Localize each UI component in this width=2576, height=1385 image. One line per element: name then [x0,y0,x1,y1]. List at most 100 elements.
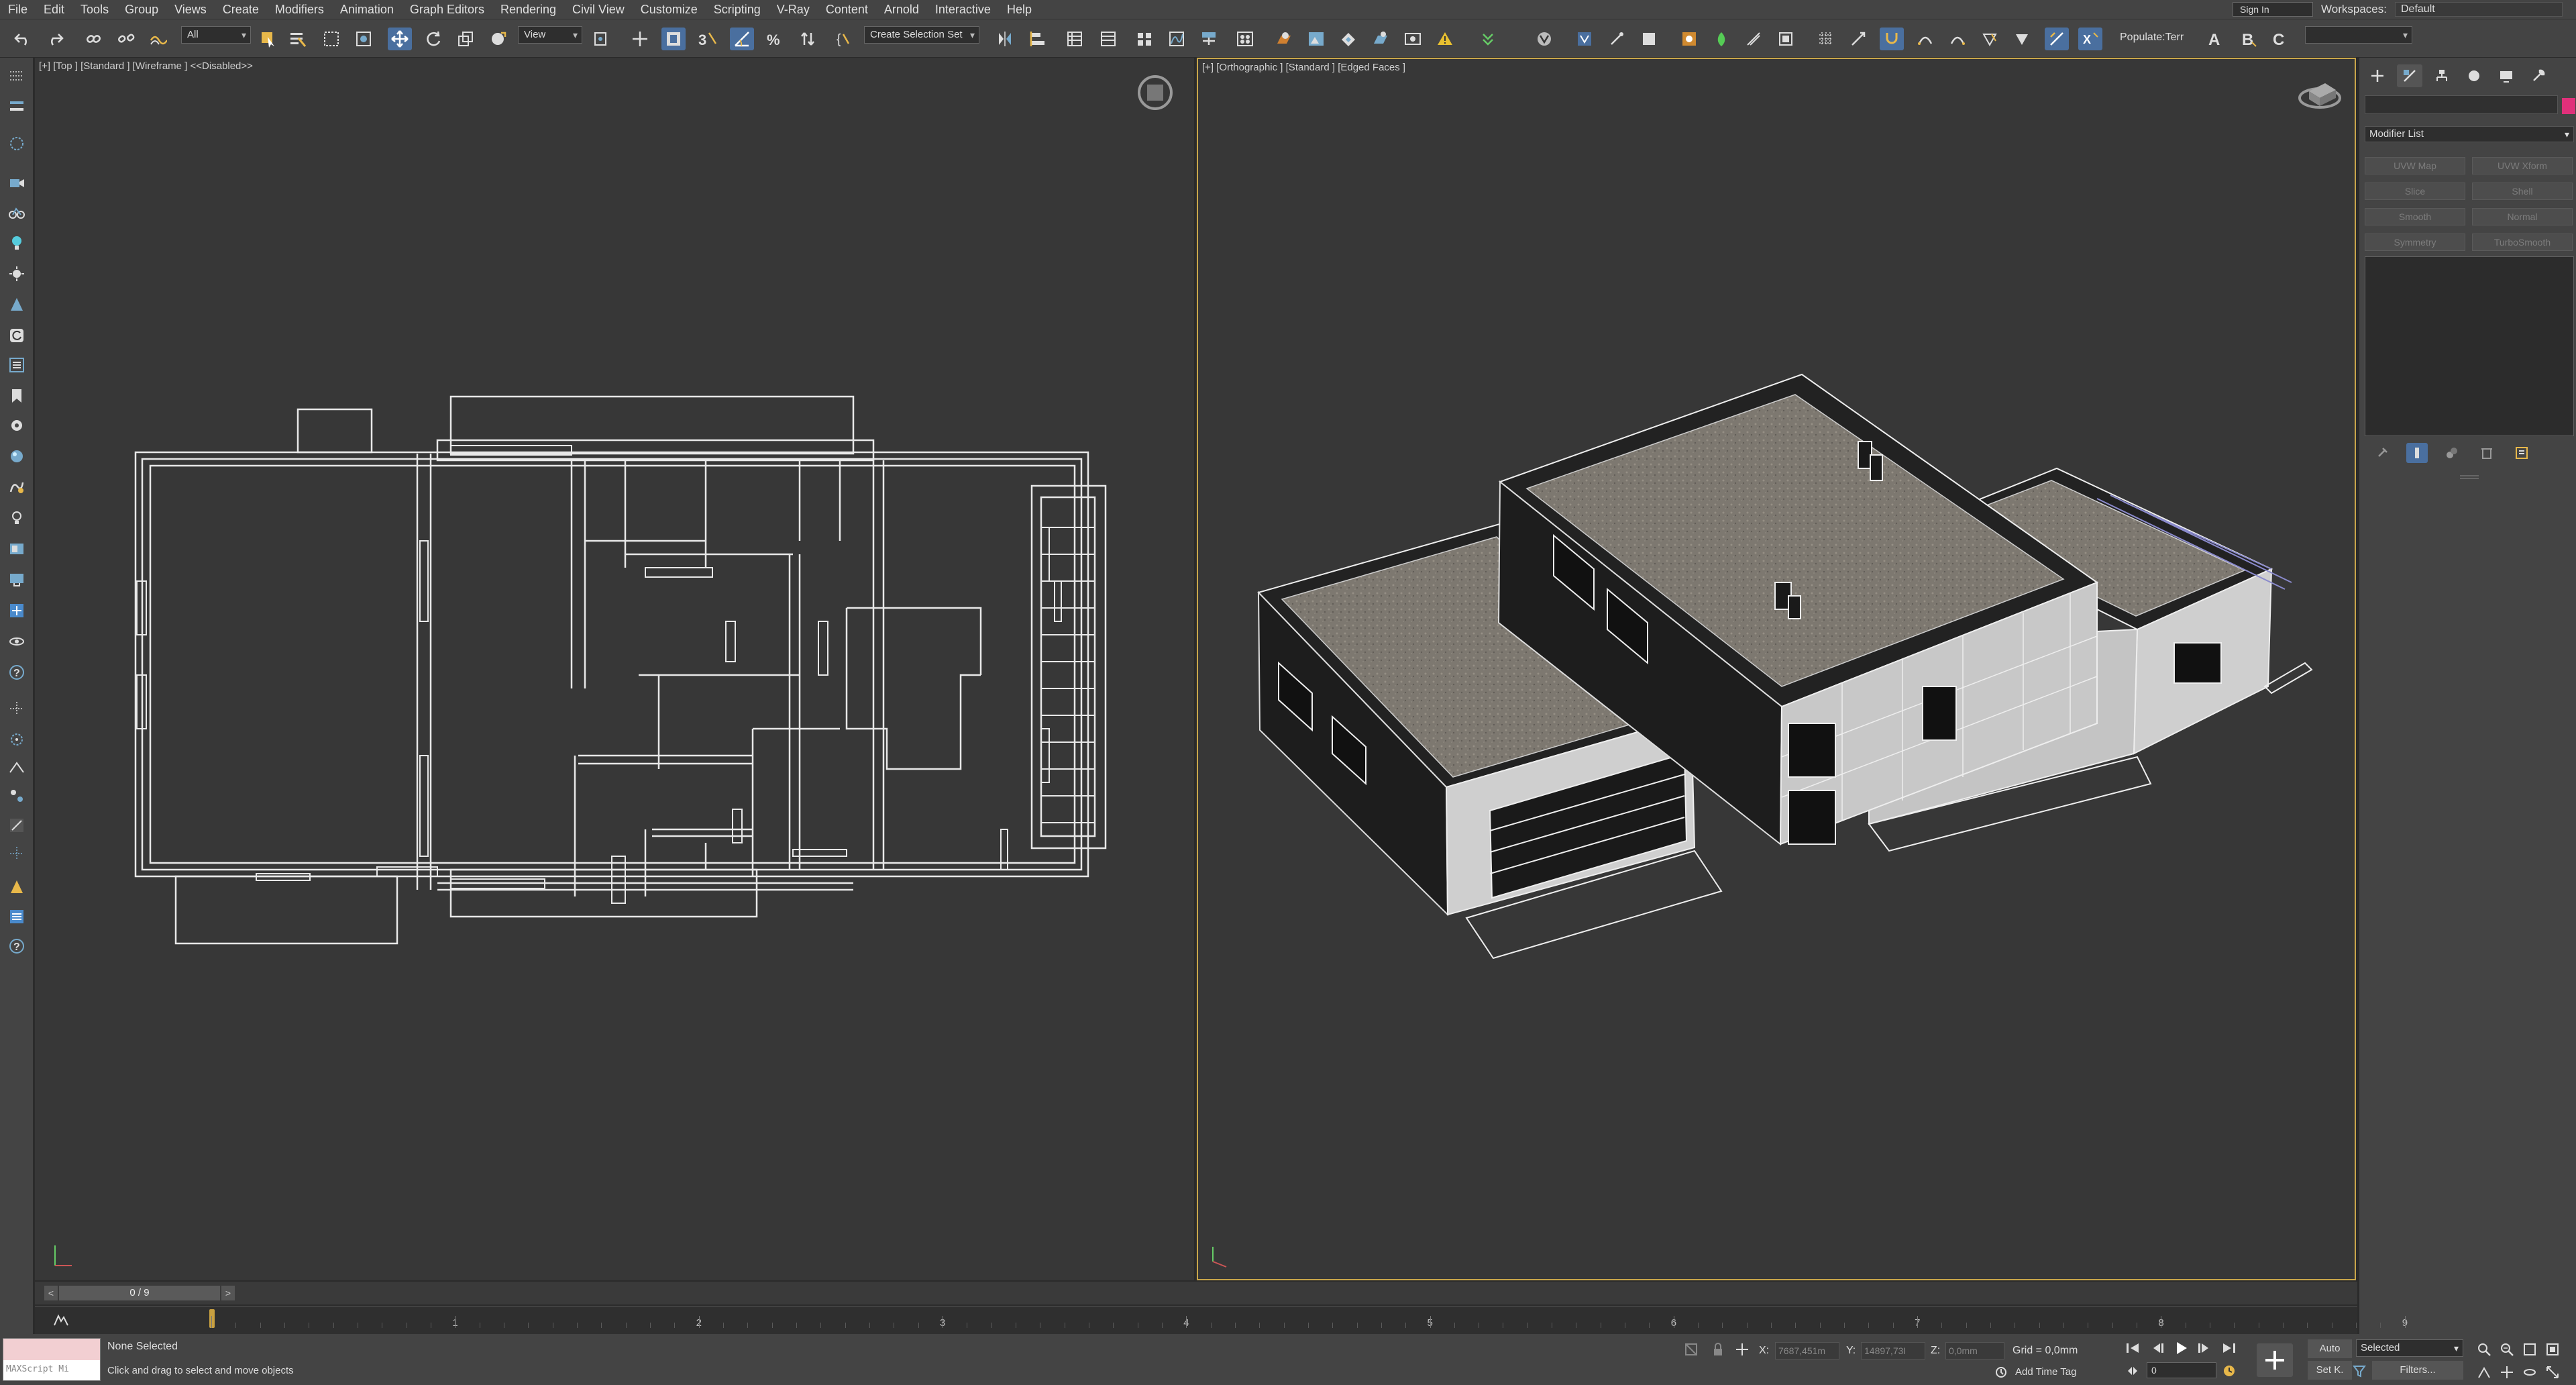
key-mode-toggle-icon[interactable] [2124,1362,2141,1380]
ls-info-icon[interactable]: ? [5,934,29,958]
ls-grid-icon[interactable] [5,63,29,87]
modifier-stack[interactable] [2365,256,2574,436]
menu-help[interactable]: Help [999,0,1040,19]
menu-views[interactable]: Views [166,0,215,19]
menu-arnold[interactable]: Arnold [876,0,927,19]
material-editor-icon[interactable] [1233,28,1257,50]
modifier-normal-button[interactable]: Normal [2472,208,2573,225]
modifier-turbosmooth-button[interactable]: TurboSmooth [2472,234,2573,251]
make-unique-icon[interactable] [2441,443,2463,463]
undo-icon[interactable] [11,28,35,50]
pivot-center-icon[interactable] [589,28,613,50]
set-key-big-icon[interactable] [2257,1343,2293,1377]
grid-snap-icon[interactable] [1814,28,1838,50]
ls-zoom-icon[interactable] [5,697,29,721]
ls-bicycle-icon[interactable] [5,200,29,224]
percent-snap-icon[interactable]: % [762,28,786,50]
ls-field-of-view-icon[interactable] [5,756,29,780]
modifier-slice-button[interactable]: Slice [2365,183,2465,200]
select-manipulate-icon[interactable] [628,28,652,50]
viewport-top[interactable]: [+] [Top ] [Standard ] [Wireframe ] <<Di… [35,58,1194,1280]
face-snap-icon[interactable] [1978,28,2002,50]
maxscript-mini-listener[interactable]: MAXScript Mi [3,1360,100,1380]
xform-constraint-icon[interactable]: X [2078,28,2102,50]
track-bar[interactable]: 123456789 [35,1306,2408,1334]
window-crossing-icon[interactable] [352,28,376,50]
next-frame-icon[interactable] [2195,1339,2212,1357]
ls-camera-icon[interactable] [5,170,29,195]
select-move-icon[interactable] [388,28,412,50]
ls-dots-icon[interactable] [5,94,29,118]
mirror-icon[interactable] [993,28,1017,50]
menu-customize[interactable]: Customize [633,0,706,19]
previous-frame-icon[interactable] [2149,1339,2167,1357]
menu-scripting[interactable]: Scripting [706,0,769,19]
ls-lightbulb-icon[interactable] [5,231,29,255]
create-tab-icon[interactable] [2365,64,2390,87]
time-config-icon[interactable] [2220,1362,2238,1380]
orbit-nav-icon[interactable] [2521,1364,2538,1381]
menu-civil-view[interactable]: Civil View [564,0,633,19]
vray-fur-icon[interactable] [1741,28,1766,50]
hierarchy-tab-icon[interactable] [2429,64,2455,87]
menu-graph-editors[interactable]: Graph Editors [402,0,492,19]
panel-divider[interactable] [2460,475,2479,479]
display-tab-icon[interactable] [2493,64,2519,87]
spinner-snap-icon[interactable] [796,28,820,50]
reference-coord-dropdown[interactable]: View [518,26,582,44]
link-icon[interactable] [82,28,106,50]
menu-file[interactable]: File [0,0,36,19]
current-frame-marker[interactable] [209,1309,215,1328]
ls-list-icon[interactable] [5,353,29,377]
x-coordinate-field[interactable]: 7687,451m [1775,1342,1839,1360]
axis-constraint-icon[interactable] [2045,28,2069,50]
select-by-name-icon[interactable] [286,28,310,50]
ls-pan-icon[interactable] [5,784,29,808]
ls-circle-select-icon[interactable] [5,132,29,156]
modifier-smooth-button[interactable]: Smooth [2365,208,2465,225]
rect-selection-icon[interactable] [319,28,343,50]
rendered-frame-window-icon[interactable] [1304,28,1328,50]
bind-spacewarp-icon[interactable] [146,28,170,50]
ls-zoom-all-icon[interactable] [5,727,29,752]
render-iterative-icon[interactable] [1368,28,1393,50]
utilities-tab-icon[interactable] [2526,64,2551,87]
ls-sphere-icon[interactable] [5,444,29,468]
ls-shape-icon[interactable] [5,475,29,499]
modifier-symmetry-button[interactable]: Symmetry [2365,234,2465,251]
workspace-dropdown[interactable]: Default [2395,2,2563,17]
edit-named-selection-icon[interactable]: { [832,28,856,50]
toolbar-expand-icon[interactable] [1476,28,1500,50]
absolute-mode-icon[interactable] [1733,1341,1751,1358]
menu-modifiers[interactable]: Modifiers [267,0,332,19]
midpoint-snap-icon[interactable] [1945,28,1970,50]
motion-tab-icon[interactable] [2461,64,2487,87]
goto-start-icon[interactable] [2124,1339,2141,1357]
object-color-swatch[interactable] [2562,98,2575,114]
field-of-view-nav-icon[interactable] [2475,1364,2493,1381]
key-filters-icon[interactable] [2351,1362,2368,1380]
menu-edit[interactable]: Edit [36,0,72,19]
show-end-result-icon[interactable] [2406,443,2428,463]
ls-maximize-icon[interactable] [5,813,29,837]
toolbar-extra-dropdown[interactable] [2305,26,2412,44]
snaps-toggle-icon[interactable]: 3 [696,28,720,50]
menu-content[interactable]: Content [818,0,876,19]
vray-proxy-icon[interactable] [1709,28,1733,50]
modify-tab-icon[interactable] [2397,64,2422,87]
set-key-button[interactable]: Set K. [2308,1361,2352,1380]
edge-snap-icon[interactable] [1913,28,1937,50]
ls-bulb-outline-icon[interactable] [5,506,29,530]
warning-icon[interactable] [1433,28,1457,50]
ls-sun-icon[interactable] [5,262,29,286]
align-icon[interactable] [1026,28,1051,50]
ls-panel-icon[interactable] [5,537,29,561]
current-frame-field[interactable]: 0 [2147,1362,2216,1378]
menu-interactive[interactable]: Interactive [927,0,999,19]
select-place-icon[interactable] [486,28,510,50]
modifier-list-dropdown[interactable]: Modifier List [2365,126,2574,142]
play-icon[interactable] [2172,1339,2190,1357]
ls-refresh-icon[interactable] [5,323,29,348]
sign-in-dropdown[interactable]: Sign In [2233,2,2314,17]
z-coordinate-field[interactable]: 0,0mm [1945,1342,2004,1360]
